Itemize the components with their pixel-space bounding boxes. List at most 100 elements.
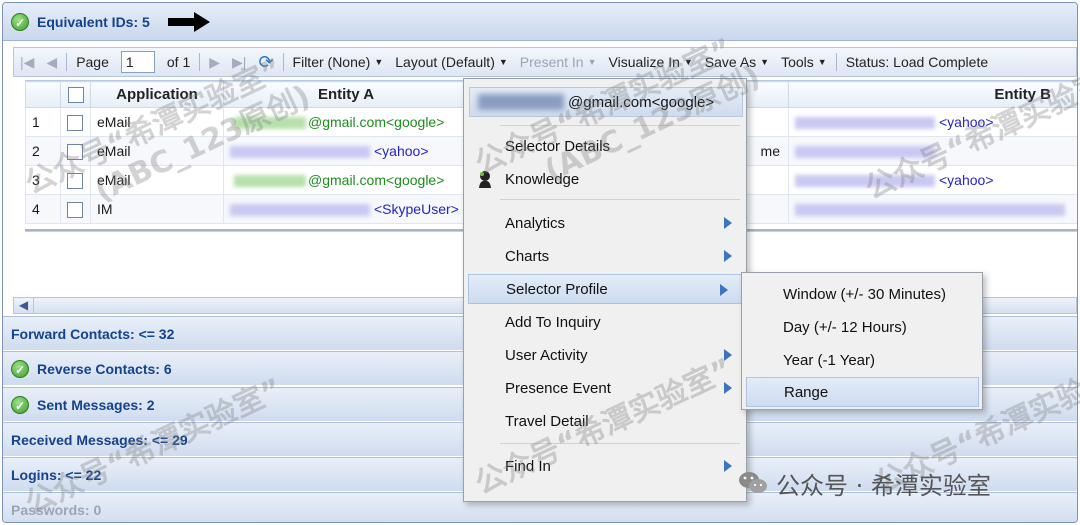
submenu-arrow-icon <box>724 250 732 262</box>
column-header-entity-b[interactable]: Entity B <box>788 81 1077 108</box>
menu-divider <box>500 443 740 444</box>
submenu-item-label: Range <box>784 383 829 401</box>
layout-label: Layout (Default) <box>395 54 495 70</box>
visualize-in-menu[interactable]: Visualize In ▼ <box>603 54 699 70</box>
menu-item-label: Analytics <box>505 214 566 232</box>
submenu-item-range[interactable]: Range <box>746 377 979 407</box>
entity-b-cell: <yahoo> <box>788 165 1077 195</box>
row-checkbox[interactable] <box>67 172 83 189</box>
visualize-in-label: Visualize In <box>608 54 680 70</box>
tools-menu[interactable]: Tools ▼ <box>775 54 833 70</box>
redacted-text <box>795 175 935 188</box>
chevron-down-icon: ▼ <box>374 57 384 67</box>
forward-contacts-label: Forward Contacts: <= 32 <box>11 325 175 342</box>
prev-page-icon[interactable]: ◀ <box>40 54 63 71</box>
menu-item-label: Charts <box>505 247 550 265</box>
check-circle-icon: ✓ <box>11 395 29 414</box>
submenu-item-window[interactable]: Window (+/- 30 Minutes) <box>742 279 982 309</box>
menu-item-label: User Activity <box>505 346 588 364</box>
scroll-left-icon[interactable]: ◀ <box>14 298 34 313</box>
menu-item-selector-profile[interactable]: Selector Profile <box>468 274 743 304</box>
entity-a-cell: @gmail.com<google> <box>223 165 469 195</box>
sent-messages-label: Sent Messages: 2 <box>37 396 155 413</box>
redacted-text <box>234 175 306 188</box>
context-menu: @gmail.com<google> Selector Details Know… <box>463 78 747 502</box>
menu-item-label: Find In <box>505 457 551 475</box>
tools-label: Tools <box>781 54 814 70</box>
chevron-down-icon: ▼ <box>683 57 693 67</box>
submenu-item-day[interactable]: Day (+/- 12 Hours) <box>742 312 982 342</box>
menu-item-travel-detail[interactable]: Travel Detail <box>464 406 746 436</box>
entity-a-cell: @gmail.com<google> <box>223 107 469 137</box>
page-label: Page <box>76 54 109 70</box>
person-icon <box>479 171 491 188</box>
passwords-label: Passwords: 0 <box>11 501 102 518</box>
redacted-text <box>234 117 306 130</box>
submenu-item-year[interactable]: Year (-1 Year) <box>742 345 982 375</box>
entity-b-cell: <yahoo> <box>788 107 1077 137</box>
row-checkbox[interactable] <box>67 143 83 160</box>
menu-item-label: Travel Detail <box>505 412 589 430</box>
save-as-menu[interactable]: Save As ▼ <box>699 54 775 70</box>
present-in-menu[interactable]: Present In ▼ <box>514 54 603 70</box>
filter-menu[interactable]: Filter (None) ▼ <box>287 54 390 70</box>
select-all-checkbox[interactable] <box>67 87 84 104</box>
submenu-arrow-icon <box>720 284 728 296</box>
next-page-icon[interactable]: ▶ <box>203 54 226 71</box>
menu-item-analytics[interactable]: Analytics <box>464 208 746 238</box>
entity-a-value: <SkypeUser> <box>374 201 459 217</box>
column-header-application[interactable]: Application <box>90 81 224 108</box>
application-cell: IM <box>90 194 224 224</box>
page-number-input[interactable]: 1 <box>120 51 155 73</box>
submenu-item-label: Year (-1 Year) <box>783 351 876 369</box>
menu-item-label: Selector Details <box>505 137 611 155</box>
column-header-entity-a[interactable]: Entity A <box>223 81 469 108</box>
first-page-icon[interactable]: |◀ <box>14 54 40 71</box>
layout-menu[interactable]: Layout (Default) ▼ <box>389 54 514 70</box>
row-checkbox-cell <box>60 165 91 195</box>
brand-signature: 公众号 · 希潭实验室 <box>738 466 991 500</box>
entity-b-cell <box>788 136 1077 166</box>
redacted-text <box>230 146 370 159</box>
check-circle-icon: ✓ <box>11 12 29 31</box>
grid-toolbar: |◀ ◀ Page 1 of 1 ▶ ▶| ⟳ Filter (None) ▼ L… <box>13 47 1077 77</box>
check-circle-icon: ✓ <box>11 359 29 378</box>
submenu-arrow-icon <box>724 382 732 394</box>
entity-b-value: <yahoo> <box>939 114 994 130</box>
menu-item-label: Presence Event <box>505 379 611 397</box>
save-as-label: Save As <box>704 54 757 70</box>
redacted-text <box>795 204 1065 217</box>
toolbar-divider <box>66 53 68 71</box>
row-checkbox-cell <box>60 194 91 224</box>
menu-item-presence-event[interactable]: Presence Event <box>464 373 746 403</box>
redacted-text <box>478 94 564 110</box>
row-checkbox-cell <box>60 107 91 137</box>
refresh-icon[interactable]: ⟳ <box>252 52 279 73</box>
redacted-text <box>795 117 935 130</box>
row-checkbox-cell <box>60 136 91 166</box>
status-text: Status: Load Complete <box>845 54 989 70</box>
menu-item-knowledge[interactable]: Knowledge <box>464 164 746 194</box>
menu-item-find-in[interactable]: Find In <box>464 451 746 481</box>
brand-text: 公众号 · 希潭实验室 <box>776 471 991 500</box>
present-in-label: Present In <box>519 54 584 70</box>
equivalent-ids-header[interactable]: ✓ Equivalent IDs: 5 <box>3 3 1077 41</box>
row-number: 1 <box>25 107 61 137</box>
menu-item-add-to-inquiry[interactable]: Add To Inquiry <box>464 307 746 337</box>
chevron-down-icon: ▼ <box>760 57 770 67</box>
submenu-arrow-icon <box>724 349 732 361</box>
chevron-down-icon: ▼ <box>587 57 597 67</box>
row-checkbox[interactable] <box>67 201 83 218</box>
row-checkbox[interactable] <box>67 114 83 131</box>
entity-a-value: <yahoo> <box>374 143 429 159</box>
menu-item-user-activity[interactable]: User Activity <box>464 340 746 370</box>
reverse-contacts-label: Reverse Contacts: 6 <box>37 360 172 377</box>
partial-text: me <box>760 143 780 159</box>
application-cell: eMail <box>90 165 224 195</box>
menu-item-charts[interactable]: Charts <box>464 241 746 271</box>
last-page-icon[interactable]: ▶| <box>226 54 252 71</box>
entity-a-cell: <SkypeUser> <box>223 194 469 224</box>
equivalent-ids-label: Equivalent IDs: 5 <box>37 13 150 30</box>
menu-item-selector-details[interactable]: Selector Details <box>464 131 746 161</box>
menu-divider <box>500 125 740 126</box>
